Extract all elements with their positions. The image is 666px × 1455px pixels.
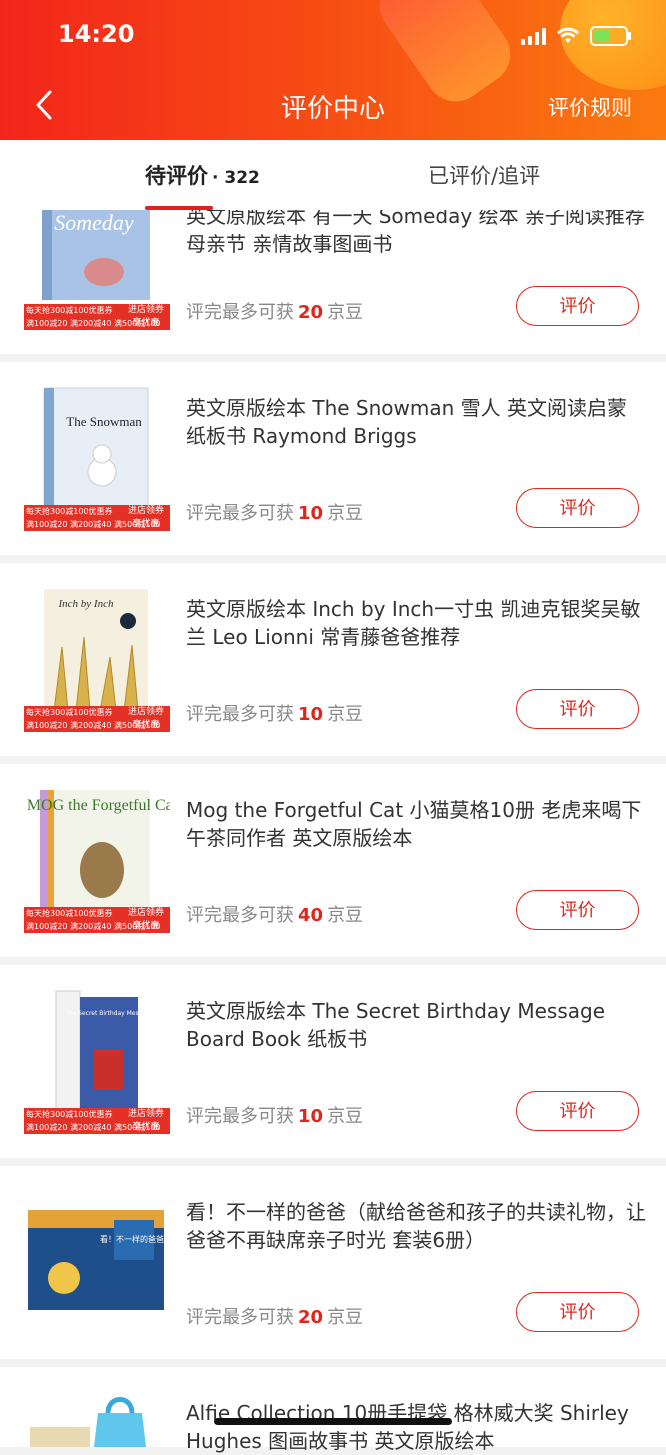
product-name[interactable]: 英文原版绘本 The Snowman 雪人 英文阅读启蒙纸板书 Raymond … <box>186 394 646 450</box>
product-image[interactable]: The Snowman <box>24 386 170 510</box>
product-name[interactable]: Alfie Collection 10册手提袋 格林威大奖 Shirley Hu… <box>186 1399 646 1455</box>
product-image[interactable]: Inch by Inch <box>24 587 170 711</box>
review-button[interactable]: 评价 <box>516 1091 639 1131</box>
cover-title: The Snowman <box>66 414 142 429</box>
status-icons <box>521 26 631 46</box>
review-button[interactable]: 评价 <box>516 286 639 326</box>
product-card: The Snowman 每天抢300减100优惠券 满100减20 满200减40… <box>0 362 666 555</box>
product-name[interactable]: 看！不一样的爸爸（献给爸爸和孩子的共读礼物，让爸爸不再缺席亲子时光 套装6册） <box>186 1198 646 1254</box>
review-rules-link[interactable]: 评价规则 <box>548 92 632 122</box>
pending-count: · 322 <box>212 168 260 188</box>
reward-text: 评完最多可获 20 京豆 <box>186 302 364 323</box>
reward-text: 评完最多可获 40 京豆 <box>186 905 364 926</box>
battery-icon <box>590 26 631 46</box>
status-time: 14:20 <box>58 20 135 48</box>
reward-text: 评完最多可获 10 京豆 <box>186 1106 364 1127</box>
home-indicator <box>214 1418 452 1425</box>
reward-text: 评完最多可获 10 京豆 <box>186 704 364 725</box>
cover-title: Someday <box>54 210 134 235</box>
promo-banner: 每天抢300减100优惠券 满100减20 满200减40 满500减100 进店… <box>24 1108 170 1134</box>
product-image[interactable]: MOG the Forgetful Cat <box>24 788 170 912</box>
tab-bar: 待评价 · 322 已评价/追评 <box>0 142 666 210</box>
product-card: Inch by Inch 每天抢300减100优惠券 满100减20 满200减4… <box>0 563 666 756</box>
promo-banner: 每天抢300减100优惠券 满100减20 满200减40 满500减100 进店… <box>24 907 170 933</box>
product-card: 看！不一样的爸爸 看！不一样的爸爸（献给爸爸和孩子的共读礼物，让爸爸不再缺席亲子… <box>0 1166 666 1359</box>
cover-title: Inch by Inch <box>58 598 114 610</box>
active-tab-indicator <box>145 206 213 210</box>
cover-title: MOG the Forgetful Cat <box>27 797 170 814</box>
cover-title: 看！不一样的爸爸 <box>100 1234 164 1244</box>
tab-label: 待评价 <box>145 164 208 188</box>
signal-icon <box>521 27 546 45</box>
tab-reviewed[interactable]: 已评价/追评 <box>428 160 540 190</box>
tab-pending-review[interactable]: 待评价 · 322 <box>145 160 260 190</box>
product-image[interactable]: 看！不一样的爸爸 <box>24 1194 170 1322</box>
product-name[interactable]: 英文原版绘本 有一天 Someday 绘本 亲子阅读推荐 母亲节 亲情故事图画书 <box>186 202 646 258</box>
reward-text: 评完最多可获 10 京豆 <box>186 503 364 524</box>
review-button[interactable]: 评价 <box>516 488 639 528</box>
product-card: The Secret Birthday Message 每天抢300减100优惠… <box>0 965 666 1158</box>
wifi-icon <box>557 27 579 43</box>
review-button[interactable]: 评价 <box>516 689 639 729</box>
product-card: Alfie Collection 10册手提袋 格林威大奖 Shirley Hu… <box>0 1367 666 1453</box>
product-card: MOG the Forgetful Cat 每天抢300减100优惠券 满100减… <box>0 764 666 957</box>
product-name[interactable]: 英文原版绘本 The Secret Birthday Message Board… <box>186 997 646 1053</box>
product-image[interactable]: The Secret Birthday Message <box>24 989 170 1113</box>
product-name[interactable]: Mog the Forgetful Cat 小猫莫格10册 老虎来喝下午茶同作者… <box>186 796 646 852</box>
product-name[interactable]: 英文原版绘本 Inch by Inch一寸虫 凯迪克银奖吴敏兰 Leo Lion… <box>186 595 646 651</box>
promo-banner: 每天抢300减100优惠券 满100减20 满200减40 满500减100 进店… <box>24 304 170 330</box>
promo-banner: 每天抢300减100优惠券 满100减20 满200减40 满500减100 进店… <box>24 505 170 531</box>
product-image[interactable] <box>24 1393 170 1447</box>
header-bar: 14:20 评价中心 评价规则 <box>0 0 666 142</box>
review-button[interactable]: 评价 <box>516 890 639 930</box>
cover-title: The Secret Birthday Message <box>64 1010 153 1017</box>
review-button[interactable]: 评价 <box>516 1292 639 1332</box>
promo-banner: 每天抢300减100优惠券 满100减20 满200减40 满500减100 进店… <box>24 706 170 732</box>
reward-text: 评完最多可获 20 京豆 <box>186 1307 364 1328</box>
